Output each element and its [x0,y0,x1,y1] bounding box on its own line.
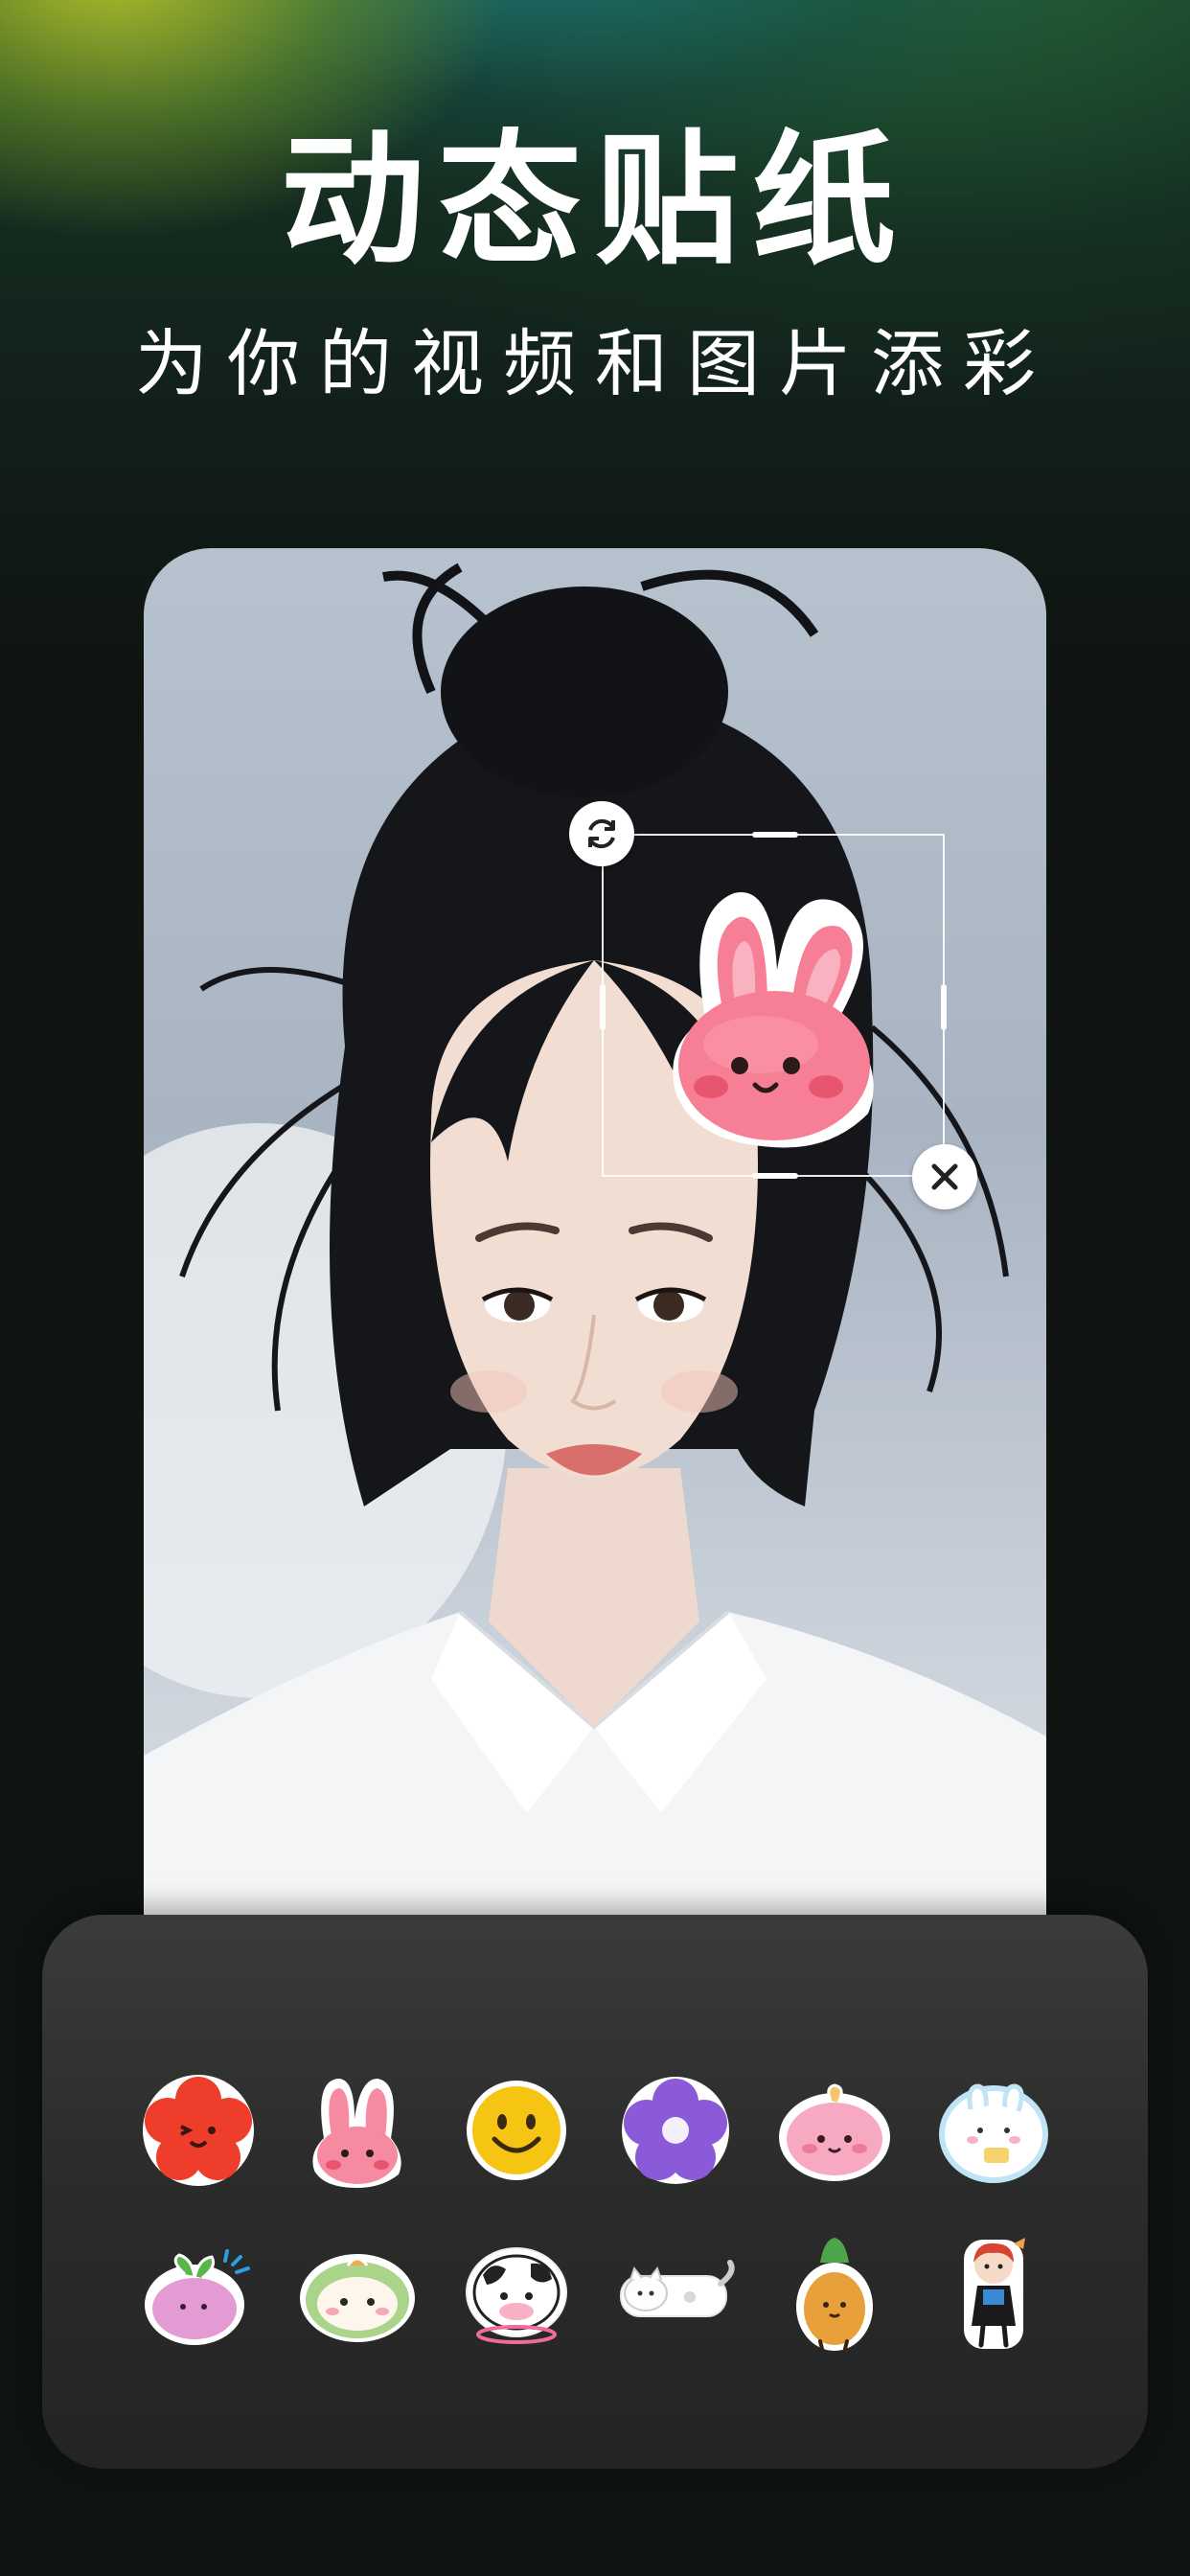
cow-sticker [466,2247,567,2344]
smiley-face-sticker [467,2081,566,2180]
pink-blob-sticker [779,2083,890,2181]
resize-handle-bottom[interactable] [752,1173,798,1179]
sticker-item-white-cat[interactable] [596,2212,755,2375]
page-subtitle: 为你的视频和图片添彩 [135,321,1055,406]
pineapple-sticker [796,2238,873,2351]
pink-bunny-sticker [312,2079,401,2188]
sticker-item-pineapple[interactable] [755,2212,914,2375]
blue-bunny-sticker [939,2083,1048,2183]
pink-radish-sticker [145,2249,250,2345]
sticker-item-smiley[interactable] [437,2049,596,2212]
delete-sticker-button[interactable] [912,1144,977,1209]
app-store-screenshot: 动态贴纸 为你的视频和图片添彩 [0,0,1190,2576]
resize-handle-top[interactable] [752,832,798,838]
sticker-item-purple-flower[interactable] [596,2049,755,2212]
sticker-grid [119,2049,1077,2375]
sticker-item-girl[interactable] [914,2212,1073,2375]
sticker-item-green-frog[interactable] [278,2212,437,2375]
resize-handle-left[interactable] [600,984,606,1030]
white-cat-sticker [620,2260,735,2317]
purple-flower-sticker [622,2077,729,2184]
girl-character-sticker [964,2238,1025,2349]
sticker-item-cow[interactable] [437,2212,596,2375]
rotate-sticker-button[interactable] [569,801,634,866]
photo-preview[interactable] [144,548,1046,1986]
resize-handle-right[interactable] [941,984,947,1030]
sticker-item-pink-bunny[interactable] [278,2049,437,2212]
sticker-item-pink-radish[interactable] [119,2212,278,2375]
pink-bunny-sticker[interactable] [648,874,906,1152]
close-icon [931,1163,958,1190]
sticker-item-red-flower[interactable] [119,2049,278,2212]
rotate-icon [588,818,615,849]
sticker-item-pink-blob[interactable] [755,2049,914,2212]
green-frog-sticker [300,2254,415,2342]
red-flower-face-sticker [143,2075,254,2186]
portrait-photo [144,563,1046,1986]
page-title: 动态贴纸 [280,118,909,285]
sticker-item-blue-bunny[interactable] [914,2049,1073,2212]
sticker-picker-panel [42,1915,1148,2469]
